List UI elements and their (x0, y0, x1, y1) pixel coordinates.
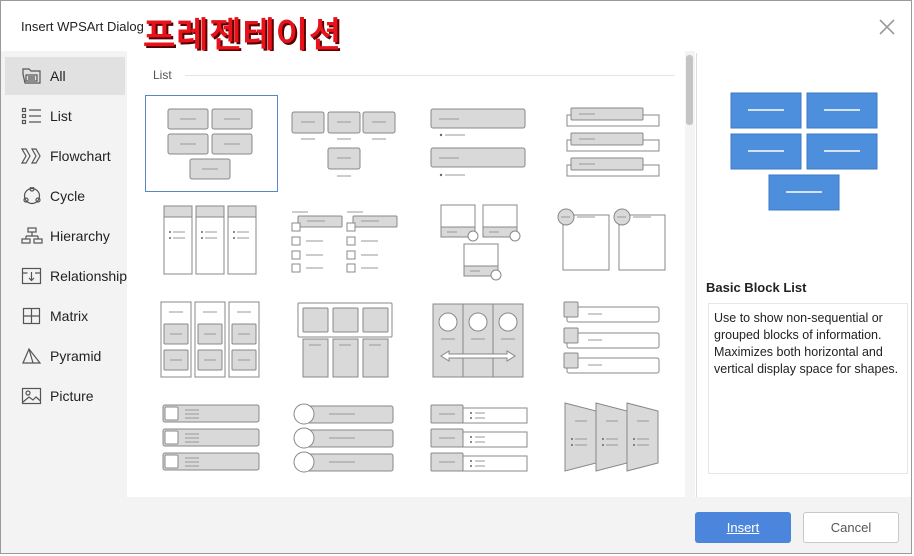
thumb-picture-caption-list[interactable] (417, 200, 550, 297)
thumb-horizontal-bullet-list[interactable] (281, 95, 414, 192)
sidebar-item-picture[interactable]: Picture (5, 377, 125, 415)
sidebar-item-pyramid[interactable]: Pyramid (5, 337, 125, 375)
relationship-icon (21, 267, 42, 285)
thumb-vertical-block-list[interactable] (553, 296, 685, 393)
flowchart-icon (21, 148, 41, 164)
sidebar-item-label: Picture (50, 388, 94, 404)
sidebar-item-label: Hierarchy (50, 228, 110, 244)
sidebar-item-flowchart[interactable]: Flowchart (5, 137, 125, 175)
section-divider (185, 75, 675, 76)
thumb-vertical-box-list[interactable] (145, 200, 278, 297)
preview-image (730, 92, 878, 211)
thumb-checkbox-list[interactable] (281, 200, 414, 297)
sidebar-item-cycle[interactable]: Cycle (5, 177, 125, 215)
insert-wpsart-dialog: Insert WPSArt Dialog 프레젠테이션 All List Flo… (0, 0, 912, 554)
sidebar-item-relationship[interactable]: Relationship (5, 257, 128, 295)
thumb-trapezoid-list[interactable] (553, 399, 685, 496)
sidebar-item-label: Cycle (50, 188, 86, 204)
cancel-button[interactable]: Cancel (803, 512, 899, 543)
dialog-title: Insert WPSArt Dialog (21, 19, 144, 34)
sidebar-item-list[interactable]: List (5, 97, 125, 135)
gallery-scrollbar[interactable] (685, 51, 695, 497)
thumb-circle-bar-list[interactable] (281, 399, 414, 496)
sidebar-item-label: Pyramid (50, 348, 102, 364)
list-icon (21, 107, 41, 125)
sidebar-item-label: Relationship (50, 268, 128, 284)
scrollbar-thumb[interactable] (686, 55, 693, 125)
thumb-basic-block-list[interactable] (145, 95, 278, 192)
close-button[interactable] (875, 15, 899, 39)
picture-icon (21, 387, 42, 405)
dialog-footer: Insert Cancel (1, 497, 911, 553)
insert-button[interactable]: Insert (695, 512, 791, 543)
cycle-icon (23, 187, 41, 205)
preview-description: Use to show non-sequential or grouped bl… (708, 303, 908, 474)
thumb-grouped-list[interactable] (281, 296, 414, 393)
sidebar-item-matrix[interactable]: Matrix (5, 297, 125, 335)
thumb-labeled-bullet-list[interactable] (417, 399, 550, 496)
sidebar-item-label: All (50, 68, 66, 84)
thumb-stacked-box-list[interactable] (145, 296, 278, 393)
thumb-horizontal-arrow-list[interactable] (417, 296, 550, 393)
close-icon (879, 19, 895, 35)
hierarchy-icon (21, 227, 43, 244)
thumb-stacked-list[interactable] (417, 95, 550, 192)
pyramid-icon (22, 347, 42, 364)
sidebar-item-label: Flowchart (50, 148, 111, 164)
preview-panel: Basic Block List Use to show non-sequent… (696, 53, 911, 497)
sidebar-item-hierarchy[interactable]: Hierarchy (5, 217, 125, 255)
matrix-icon (22, 307, 41, 325)
gallery-section-label: List (153, 68, 172, 82)
sidebar-item-all[interactable]: All (5, 57, 125, 95)
thumb-checked-bar-list[interactable] (145, 399, 278, 496)
sidebar-item-label: List (50, 108, 72, 124)
thumb-tab-list[interactable] (553, 95, 685, 192)
thumb-circle-accent-list[interactable] (553, 200, 685, 297)
title-bar: Insert WPSArt Dialog 프레젠테이션 (1, 1, 911, 56)
preview-title: Basic Block List (706, 280, 807, 295)
all-icon (22, 68, 41, 84)
sidebar-item-label: Matrix (50, 308, 89, 324)
category-sidebar: All List Flowchart Cycle Hierarchy Relat… (1, 51, 127, 497)
smartart-gallery: List (127, 51, 685, 497)
